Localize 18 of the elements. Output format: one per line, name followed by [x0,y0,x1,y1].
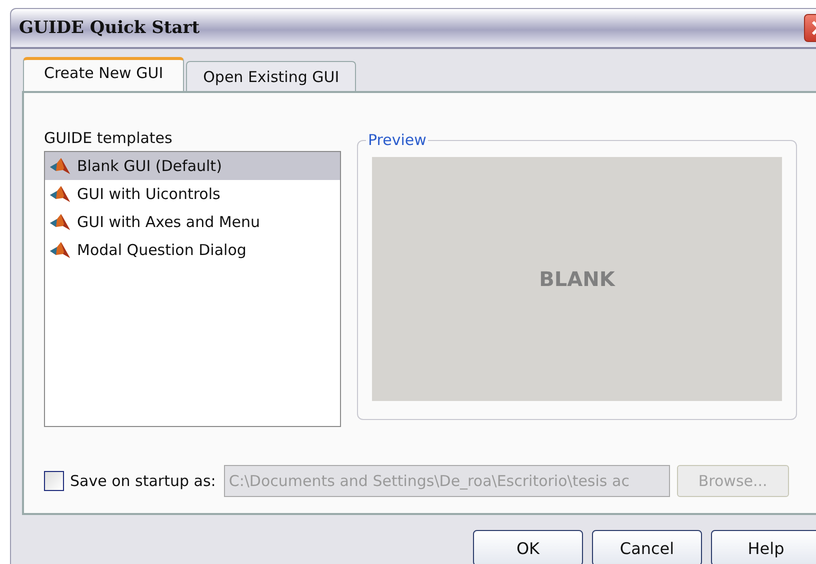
dialog-button[interactable]: Help [711,530,816,564]
list-label: GUIDE templates [44,129,174,147]
window-title: GUIDE Quick Start [19,18,200,38]
template-item[interactable]: GUI with Uicontrols [45,180,340,208]
membrane-icon [49,156,71,176]
membrane-icon [49,212,71,232]
template-item[interactable]: Modal Question Dialog [45,236,340,264]
tab[interactable]: Open Existing GUI [186,61,356,91]
membrane-icon [49,240,71,260]
template-item[interactable]: Blank GUI (Default) [45,152,340,180]
membrane-icon [49,184,71,204]
preview-text: BLANK [539,267,615,291]
dialog-button[interactable]: Cancel [592,530,702,564]
template-list[interactable]: Blank GUI (Default) GUI with Uicontrols GUI with Axes and Menu Modal Question Dialog [44,151,341,427]
template-item[interactable]: GUI with Axes and Menu [45,208,340,236]
dialog-button[interactable]: OK [473,530,583,564]
checkbox-label: Save on startup as: [70,472,216,490]
tab[interactable]: Create New GUI [23,57,184,91]
